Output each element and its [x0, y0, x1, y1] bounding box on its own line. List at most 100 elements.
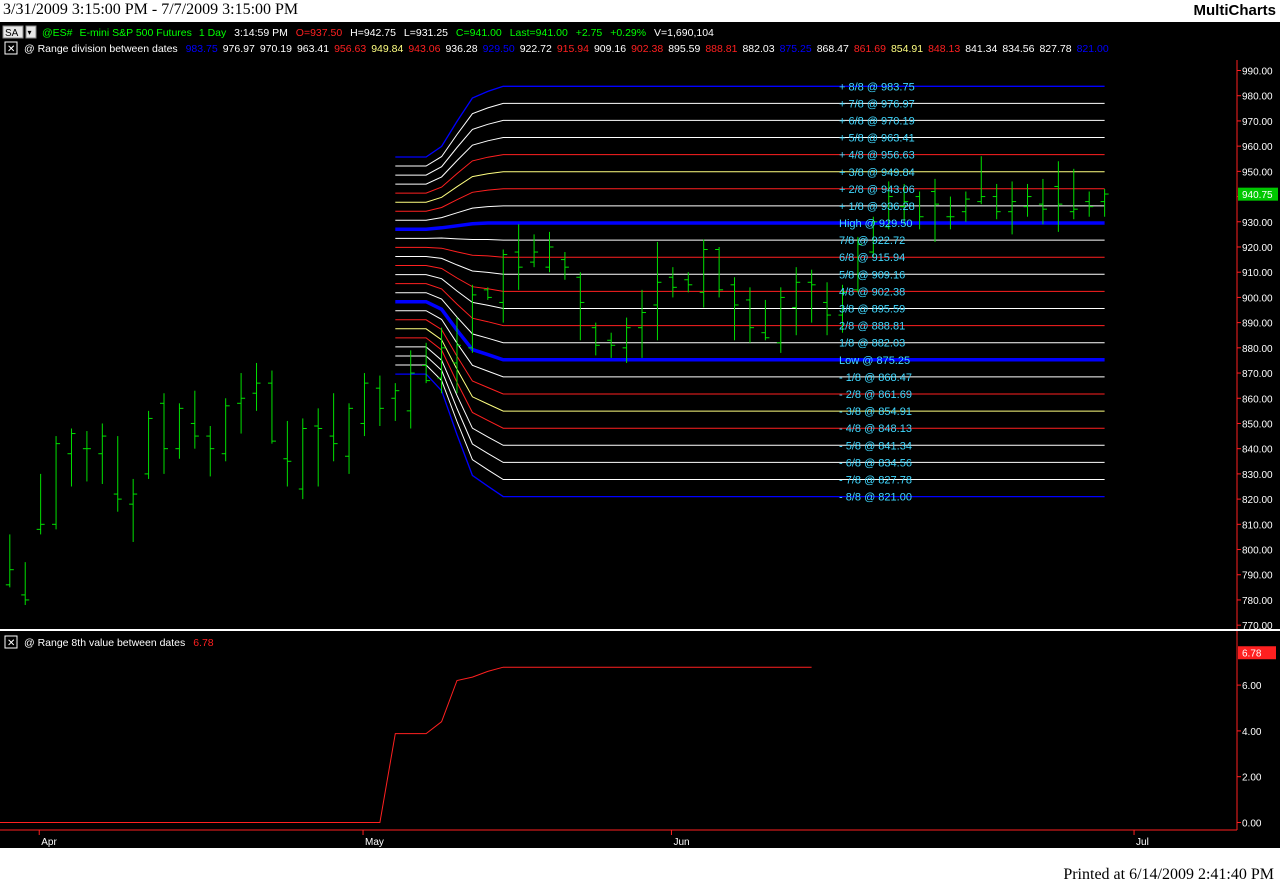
- range-division-label: + 2/8 @ 943.06: [839, 184, 915, 196]
- indicator2-name: @ Range 8th value between dates: [24, 637, 185, 649]
- range-division-label: + 5/8 @ 963.41: [839, 133, 915, 145]
- range-division-label: + 3/8 @ 949.84: [839, 167, 915, 179]
- indicator1-value: 929.50: [483, 43, 515, 55]
- indicator1-value: 936.28: [445, 43, 477, 55]
- indicator2-last-value: 6.78: [1242, 649, 1262, 660]
- instrument-symbol: @ES#: [42, 27, 73, 39]
- range-division-label: 4/8 @ 902.38: [839, 286, 905, 298]
- last-price-marker: 940.75: [1238, 187, 1278, 201]
- price-tick-label: 810.00: [1242, 520, 1273, 531]
- price-tick-label: 770.00: [1242, 621, 1273, 632]
- chart-window: SA ▾ @ES# E-mini S&P 500 Futures 1 Day 3…: [0, 22, 1280, 864]
- instrument-time: 3:14:59 PM: [234, 27, 288, 39]
- indicator1-value: 902.38: [631, 43, 663, 55]
- close-icon: ✕: [7, 44, 15, 55]
- price-tick-label: 790.00: [1242, 571, 1273, 582]
- range-division-label: 6/8 @ 915.94: [839, 252, 905, 264]
- app-brand: MultiCharts: [1193, 2, 1277, 19]
- instrument-name: E-mini S&P 500 Futures: [79, 27, 191, 39]
- range-division-label: - 4/8 @ 848.13: [839, 423, 912, 435]
- indicator1-value: 922.72: [520, 43, 552, 55]
- title-bar: 3/31/2009 3:15:00 PM - 7/7/2009 3:15:00 …: [0, 0, 1280, 22]
- price-tick-label: 970.00: [1242, 117, 1273, 128]
- range-division-label: + 8/8 @ 983.75: [839, 81, 915, 93]
- range-division-label: - 6/8 @ 834.56: [839, 457, 912, 469]
- price-tick-label: 980.00: [1242, 92, 1273, 103]
- price-tick-label: 800.00: [1242, 546, 1273, 557]
- instrument-low: L=931.25: [404, 27, 448, 39]
- indicator1-value: 956.63: [334, 43, 366, 55]
- range-division-label: - 8/8 @ 821.00: [839, 492, 912, 504]
- range-division-label: 3/8 @ 895.59: [839, 304, 905, 316]
- instrument-volume: V=1,690,104: [654, 27, 714, 39]
- range-division-label: - 3/8 @ 854.91: [839, 406, 912, 418]
- indicator1-value: 827.78: [1039, 43, 1071, 55]
- range-division-label: + 1/8 @ 936.28: [839, 201, 915, 213]
- indicator1-value: 854.91: [891, 43, 923, 55]
- indicator2-value: 6.78: [193, 637, 214, 649]
- range-division-label: + 7/8 @ 976.97: [839, 98, 915, 110]
- time-tick-label: Jul: [1136, 837, 1149, 848]
- indicator1-value: 895.59: [668, 43, 700, 55]
- indicator1-value: 983.75: [186, 43, 218, 55]
- indicator1-value: 841.34: [965, 43, 997, 55]
- indicator1-value: 848.13: [928, 43, 960, 55]
- time-tick-label: May: [365, 837, 384, 848]
- footer-bar: Printed at 6/14/2009 2:41:40 PM: [0, 864, 1280, 886]
- indicator2-legend: @ Range 8th value between dates 6.78: [24, 637, 214, 649]
- indicator1-value: 970.19: [260, 43, 292, 55]
- range-division-label: Low @ 875.25: [839, 355, 910, 367]
- range-division-label: 5/8 @ 909.16: [839, 269, 905, 281]
- range-division-label: 7/8 @ 922.72: [839, 235, 905, 247]
- instrument-open: O=937.50: [296, 27, 343, 39]
- range-division-label: + 6/8 @ 970.19: [839, 115, 915, 127]
- range-division-label: High @ 929.50: [839, 218, 913, 230]
- last-price-value: 940.75: [1242, 190, 1273, 201]
- price-tick-label: 930.00: [1242, 218, 1273, 229]
- indicator1-name: @ Range division between dates: [24, 43, 178, 55]
- time-tick-label: Apr: [41, 837, 57, 848]
- instrument-close: C=941.00: [456, 27, 502, 39]
- indicator1-value: 915.94: [557, 43, 589, 55]
- indicator1-legend: @ Range division between dates 983.75 976…: [24, 43, 1109, 55]
- time-tick-label: Jun: [673, 837, 689, 848]
- printed-timestamp: Printed at 6/14/2009 2:41:40 PM: [1063, 866, 1274, 883]
- price-tick-label: 960.00: [1242, 142, 1273, 153]
- price-axis: 990.00980.00970.00960.00950.00940.00930.…: [1237, 67, 1273, 632]
- indicator1-value: 909.16: [594, 43, 626, 55]
- price-tick-label: 820.00: [1242, 495, 1273, 506]
- instrument-high: H=942.75: [350, 27, 396, 39]
- price-tick-label: 850.00: [1242, 419, 1273, 430]
- horizontal-scrollbar[interactable]: [0, 848, 1280, 864]
- price-tick-label: 860.00: [1242, 394, 1273, 405]
- indicator1-value: 949.84: [371, 43, 403, 55]
- price-tick-label: 870.00: [1242, 369, 1273, 380]
- indicator2-tick-label: 4.00: [1242, 727, 1262, 738]
- sa-button-label: SA: [5, 28, 19, 39]
- instrument-change: +2.75: [576, 27, 603, 39]
- range-division-label: - 1/8 @ 868.47: [839, 372, 912, 384]
- price-tick-label: 840.00: [1242, 445, 1273, 456]
- instrument-summary: @ES# E-mini S&P 500 Futures 1 Day 3:14:5…: [42, 27, 714, 39]
- range-division-label: 1/8 @ 882.03: [839, 338, 905, 350]
- range-division-label: + 4/8 @ 956.63: [839, 150, 915, 162]
- price-tick-label: 920.00: [1242, 243, 1273, 254]
- indicator1-value: 963.41: [297, 43, 329, 55]
- indicator2-tick-label: 0.00: [1242, 819, 1262, 830]
- instrument-interval: 1 Day: [199, 27, 227, 39]
- indicator1-value: 943.06: [408, 43, 440, 55]
- price-tick-label: 910.00: [1242, 268, 1273, 279]
- price-tick-label: 890.00: [1242, 319, 1273, 330]
- chevron-down-icon: ▾: [28, 28, 32, 37]
- price-tick-label: 990.00: [1242, 67, 1273, 78]
- range-division-label: - 7/8 @ 827.78: [839, 475, 912, 487]
- indicator2-tick-label: 6.00: [1242, 681, 1262, 692]
- indicator1-value: 868.47: [817, 43, 849, 55]
- price-tick-label: 780.00: [1242, 596, 1273, 607]
- date-range-title: 3/31/2009 3:15:00 PM - 7/7/2009 3:15:00 …: [3, 1, 299, 18]
- chart-background: [0, 22, 1280, 864]
- indicator1-value: 882.03: [742, 43, 774, 55]
- instrument-change-pct: +0.29%: [610, 27, 646, 39]
- indicator2-last-marker: 6.78: [1238, 646, 1276, 660]
- price-tick-label: 880.00: [1242, 344, 1273, 355]
